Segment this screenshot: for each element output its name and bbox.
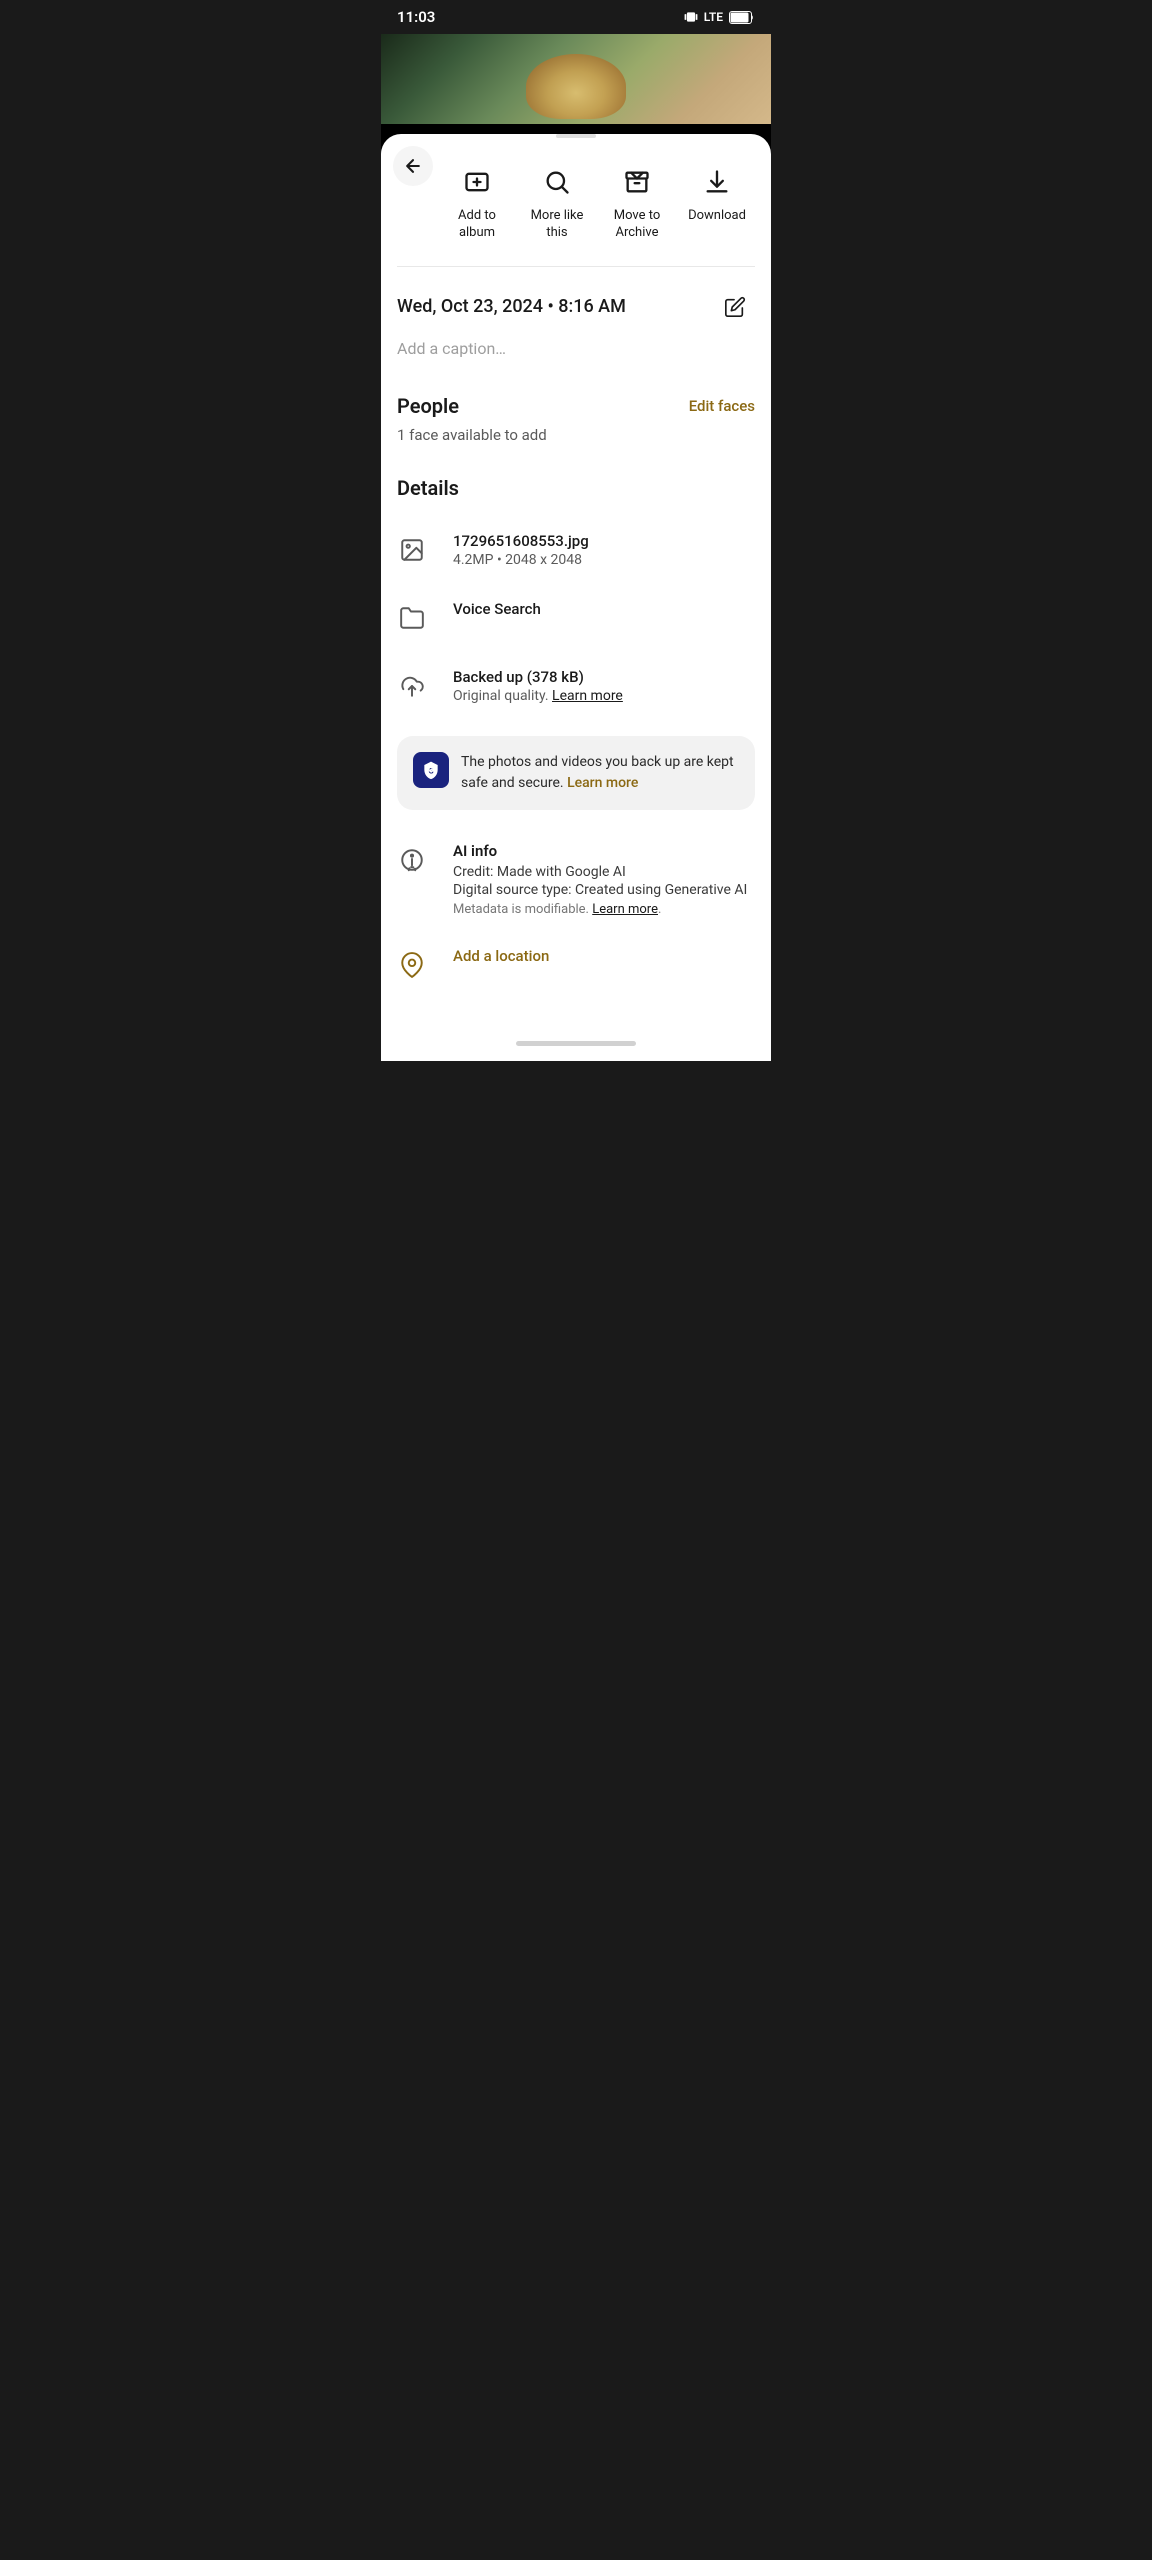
add-location-label[interactable]: Add a location: [453, 947, 755, 965]
add-to-album-button[interactable]: Add to album: [437, 156, 517, 250]
security-card: G G The photos and videos you back up ar…: [397, 736, 755, 810]
backup-detail-row: Backed up (378 kB) Original quality. Lea…: [397, 652, 755, 720]
backup-subtitle: Original quality. Learn more: [453, 688, 755, 704]
backup-title: Backed up (378 kB): [453, 668, 755, 686]
date-row: Wed, Oct 23, 2024 • 8:16 AM: [397, 287, 755, 327]
info-section: Wed, Oct 23, 2024 • 8:16 AM Add a captio…: [381, 267, 771, 378]
search-magnify-icon: [539, 164, 575, 200]
file-name: 1729651608553.jpg: [453, 532, 755, 550]
details-section-header: Details: [381, 460, 771, 508]
ai-line1: Credit: Made with Google AI: [453, 864, 755, 880]
add-album-icon: [459, 164, 495, 200]
folder-icon: [397, 598, 437, 638]
more-like-this-button[interactable]: More likethis: [517, 156, 597, 250]
actions-row: Add to album More likethis: [381, 144, 771, 266]
lte-icon: LTE: [704, 10, 723, 24]
edit-faces-button[interactable]: Edit faces: [689, 397, 755, 415]
bottom-spacer: [381, 1007, 771, 1027]
backup-detail-content: Backed up (378 kB) Original quality. Lea…: [453, 666, 755, 704]
status-time: 11:03: [397, 8, 435, 26]
image-file-icon: [397, 530, 437, 570]
ai-section: AI info Credit: Made with Google AI Digi…: [381, 818, 771, 1007]
bottom-nav-bar: [381, 1027, 771, 1061]
move-to-archive-label: Move toArchive: [614, 208, 661, 242]
ai-title: AI info: [453, 842, 755, 860]
edit-date-button[interactable]: [715, 287, 755, 327]
add-to-album-label: Add to album: [441, 208, 513, 242]
file-detail-content: 1729651608553.jpg 4.2MP • 2048 x 2048: [453, 530, 755, 568]
people-title: People: [397, 394, 459, 418]
details-section: 1729651608553.jpg 4.2MP • 2048 x 2048 Vo…: [381, 508, 771, 728]
bottom-sheet: Add to album More likethis: [381, 134, 771, 1061]
ai-meta: Metadata is modifiable. Learn more.: [453, 902, 755, 917]
ai-line2: Digital source type: Created using Gener…: [453, 882, 755, 898]
details-title: Details: [397, 476, 459, 500]
download-button[interactable]: Download: [677, 156, 757, 250]
vibrate-icon: [684, 10, 698, 24]
file-detail-row: 1729651608553.jpg 4.2MP • 2048 x 2048: [397, 516, 755, 584]
phone-container: 11:03 LTE: [381, 0, 771, 1061]
folder-detail-row: Voice Search: [397, 584, 755, 652]
file-meta: 4.2MP • 2048 x 2048: [453, 552, 755, 568]
home-indicator: [516, 1041, 636, 1046]
drag-handle: [556, 134, 596, 138]
google-shield-icon: G G: [413, 752, 449, 788]
location-detail-row[interactable]: Add a location: [397, 931, 755, 999]
ai-detail-content: AI info Credit: Made with Google AI Digi…: [453, 840, 755, 917]
more-like-this-label: More likethis: [531, 208, 584, 242]
date-text: Wed, Oct 23, 2024 • 8:16 AM: [397, 296, 626, 317]
battery-icon: [729, 11, 755, 24]
location-detail-content: Add a location: [453, 945, 755, 965]
back-arrow-icon: [403, 156, 423, 176]
people-section: People Edit faces 1 face available to ad…: [381, 378, 771, 460]
back-button[interactable]: [393, 146, 433, 186]
archive-icon: [619, 164, 655, 200]
ai-detail-row: AI info Credit: Made with Google AI Digi…: [397, 826, 755, 931]
status-bar: 11:03 LTE: [381, 0, 771, 34]
folder-name: Voice Search: [453, 600, 755, 618]
security-text: The photos and videos you back up are ke…: [461, 752, 739, 794]
ai-learn-more[interactable]: Learn more: [592, 902, 658, 917]
ai-info-icon: [397, 840, 437, 880]
download-icon: [699, 164, 735, 200]
status-icons: LTE: [684, 10, 755, 24]
people-subtitle: 1 face available to add: [397, 426, 755, 444]
caption-input[interactable]: Add a caption…: [397, 339, 755, 358]
cloud-backup-icon: [397, 666, 437, 706]
move-to-archive-button[interactable]: Move toArchive: [597, 156, 677, 250]
photo-preview: [381, 34, 771, 124]
security-learn-more[interactable]: Learn more: [567, 775, 638, 791]
create-button[interactable]: Cre...: [757, 156, 771, 250]
folder-detail-content: Voice Search: [453, 598, 755, 620]
backup-learn-more[interactable]: Learn more: [552, 688, 623, 704]
people-header: People Edit faces: [397, 394, 755, 418]
download-label: Download: [688, 208, 746, 225]
location-icon: [397, 945, 437, 985]
